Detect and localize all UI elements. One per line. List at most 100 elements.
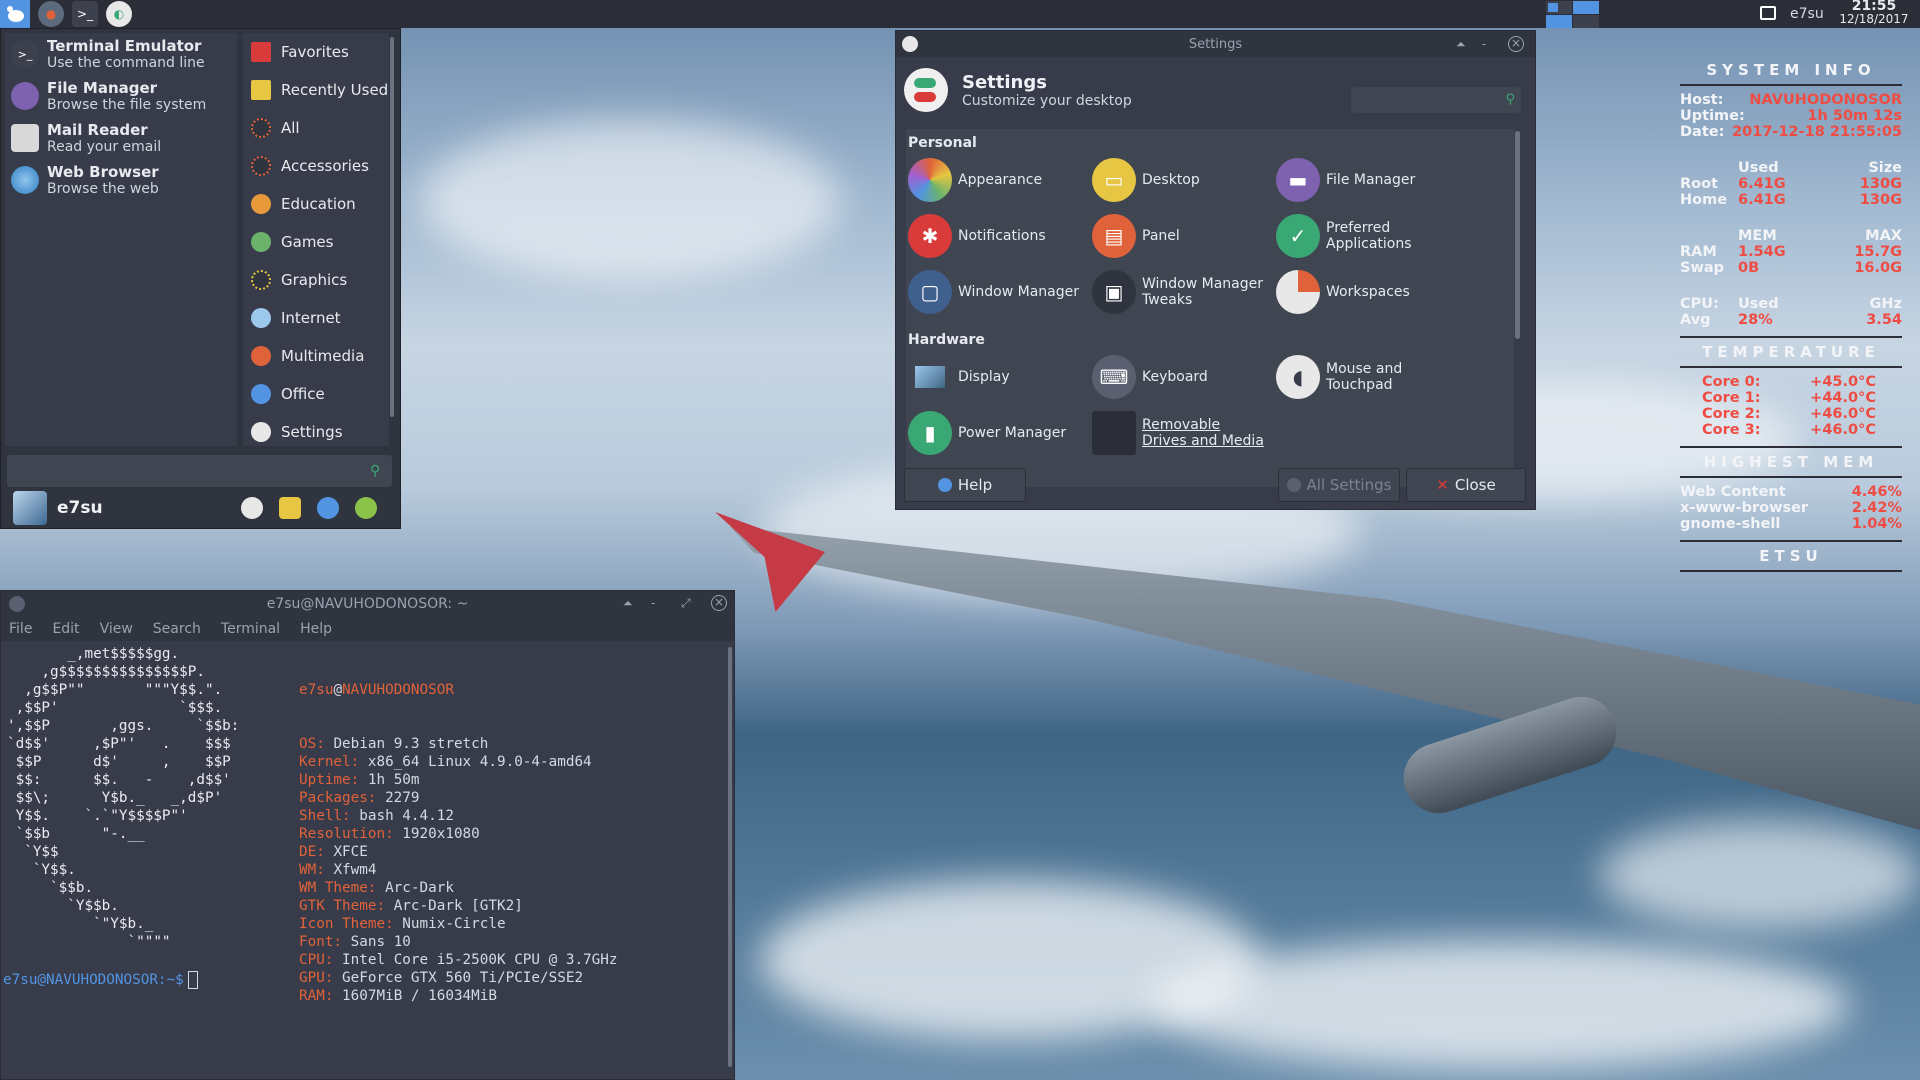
settings-search-input[interactable]: ⚲ [1351, 87, 1521, 113]
shade-icon[interactable]: ⏶ [1456, 37, 1466, 52]
item-label: Preferred Applications [1326, 220, 1412, 252]
prompt-text: e7su@NAVUHODONOSOR:~$ [3, 972, 184, 988]
item-preferred-applications[interactable]: ✓ Preferred Applications [1276, 211, 1456, 261]
item-desktop[interactable]: ▭ Desktop [1092, 155, 1272, 205]
shade-icon[interactable]: ⏶ [623, 596, 633, 611]
fav-name: Web Browser [47, 163, 159, 181]
switch-user-icon[interactable] [317, 497, 339, 519]
workspace-1[interactable] [1546, 1, 1572, 14]
mem-heading: MEM [1738, 228, 1777, 244]
minimize-icon[interactable]: ‐ [651, 596, 655, 610]
item-display[interactable]: Display [908, 352, 1088, 402]
desktop-icon: ▭ [1092, 158, 1136, 202]
terminal-window-icon[interactable] [9, 596, 25, 612]
search-icon: ⚲ [1505, 92, 1515, 107]
category-all[interactable]: All [243, 109, 389, 147]
workspace-4[interactable] [1573, 15, 1599, 28]
menu-help[interactable]: Help [300, 621, 332, 637]
all-settings-button[interactable]: All Settings [1278, 468, 1400, 502]
terminal-scrollbar[interactable] [728, 647, 732, 1067]
info-value: Numix-Circle [402, 916, 506, 932]
item-removable-drives[interactable]: Removable Drives and Media [1092, 408, 1272, 458]
workspaces-icon [1276, 270, 1320, 314]
item-panel[interactable]: ▤ Panel [1092, 211, 1272, 261]
terminal-titlebar[interactable]: e7su@NAVUHODONOSOR: ~ ⏶ ‐ ⤢ × [1, 591, 734, 617]
highest-mem-list: Web Content 4.46% x-www-browser 2.42% gnome-… [1680, 484, 1902, 532]
item-appearance[interactable]: Appearance [908, 155, 1088, 205]
category-favorites[interactable]: Favorites [243, 33, 389, 71]
appearance-icon [908, 158, 952, 202]
logout-icon[interactable] [355, 497, 377, 519]
item-notifications[interactable]: ✱ Notifications [908, 211, 1088, 261]
info-key: DE: [299, 844, 325, 860]
close-button[interactable]: ✕ Close [1406, 468, 1526, 502]
item-mouse-touchpad[interactable]: ◖ Mouse and Touchpad [1276, 352, 1456, 402]
panel-clock[interactable]: 21:55 12/18/2017 [1830, 0, 1918, 26]
category-settings[interactable]: Settings [243, 413, 389, 451]
category-multimedia[interactable]: Multimedia [243, 337, 389, 375]
accessories-icon [251, 156, 271, 176]
core-temp: +46.0°C [1810, 422, 1876, 438]
notification-icon[interactable] [1760, 6, 1776, 20]
process-row: Web Content 4.46% [1680, 484, 1902, 500]
settings-window-icon[interactable] [902, 36, 918, 52]
whisker-search-input[interactable]: ⚲ [7, 455, 392, 487]
category-scrollbar[interactable] [390, 37, 394, 417]
category-education[interactable]: Education [243, 185, 389, 223]
category-label: Accessories [281, 157, 369, 175]
workspace-3[interactable] [1546, 15, 1572, 28]
maximize-icon[interactable]: ⤢ [681, 596, 691, 611]
airplane-engine [1394, 687, 1626, 823]
category-office[interactable]: Office [243, 375, 389, 413]
whisker-menu-button[interactable] [0, 0, 30, 28]
menu-search[interactable]: Search [153, 621, 201, 637]
close-icon[interactable]: × [711, 595, 727, 611]
process-row: gnome-shell 1.04% [1680, 516, 1902, 532]
terminal-output[interactable]: _,met$$$$$gg. ,g$$$$$$$$$$$$$$$P. ,g$$P"… [1, 643, 726, 1079]
category-accessories[interactable]: Accessories [243, 147, 389, 185]
panel-username[interactable]: e7su [1790, 6, 1824, 22]
item-window-manager-tweaks[interactable]: ▣ Window Manager Tweaks [1092, 267, 1272, 317]
category-games[interactable]: Games [243, 223, 389, 261]
avg-used: 28% [1738, 312, 1773, 328]
info-line: Resolution: 1920x1080 [299, 825, 618, 843]
settings-manager-icon[interactable] [241, 497, 263, 519]
menu-edit[interactable]: Edit [52, 621, 79, 637]
category-internet[interactable]: Internet [243, 299, 389, 337]
fav-mail-reader[interactable]: Mail Reader Read your email [5, 117, 237, 159]
item-keyboard[interactable]: ⌨ Keyboard [1092, 352, 1272, 402]
menu-view[interactable]: View [100, 621, 133, 637]
firefox-icon[interactable]: ● [38, 1, 64, 27]
info-value: 2279 [385, 790, 420, 806]
workspace-switcher[interactable] [1545, 0, 1600, 28]
mail-icon [11, 124, 39, 152]
panel-icon: ▤ [1092, 214, 1136, 258]
fav-file-manager[interactable]: File Manager Browse the file system [5, 75, 237, 117]
category-graphics[interactable]: Graphics [243, 261, 389, 299]
settings-titlebar[interactable]: Settings ⏶ ‐ × [896, 31, 1535, 57]
item-power-manager[interactable]: ▮ Power Manager [908, 408, 1088, 458]
terminal-launcher-icon[interactable]: >_ [72, 1, 98, 27]
settings-manager-icon[interactable]: ◐ [106, 1, 132, 27]
close-icon[interactable]: × [1508, 36, 1524, 52]
item-window-manager[interactable]: ▢ Window Manager [908, 267, 1088, 317]
help-button[interactable]: Help [904, 468, 1026, 502]
lock-screen-icon[interactable] [279, 497, 301, 519]
minimize-icon[interactable]: ‐ [1482, 37, 1486, 51]
settings-scrollbar[interactable] [1515, 131, 1520, 339]
info-value: 1h 50m [367, 772, 420, 788]
education-icon [251, 194, 271, 214]
menu-terminal[interactable]: Terminal [221, 621, 280, 637]
workspace-2[interactable] [1573, 1, 1599, 14]
menu-file[interactable]: File [9, 621, 32, 637]
fav-web-browser[interactable]: Web Browser Browse the web [5, 159, 237, 201]
item-file-manager[interactable]: ▬ File Manager [1276, 155, 1456, 205]
display-icon [908, 355, 952, 399]
fav-terminal-emulator[interactable]: >_ Terminal Emulator Use the command line [5, 33, 237, 75]
item-label: Workspaces [1326, 284, 1410, 300]
top-panel: ● >_ ◐ e7su 21:55 12/18/2017 [0, 0, 1920, 28]
category-recently-used[interactable]: Recently Used [243, 71, 389, 109]
item-workspaces[interactable]: Workspaces [1276, 267, 1456, 317]
settings-subheading: Customize your desktop [962, 92, 1132, 109]
clock-date: 12/18/2017 [1839, 12, 1909, 26]
